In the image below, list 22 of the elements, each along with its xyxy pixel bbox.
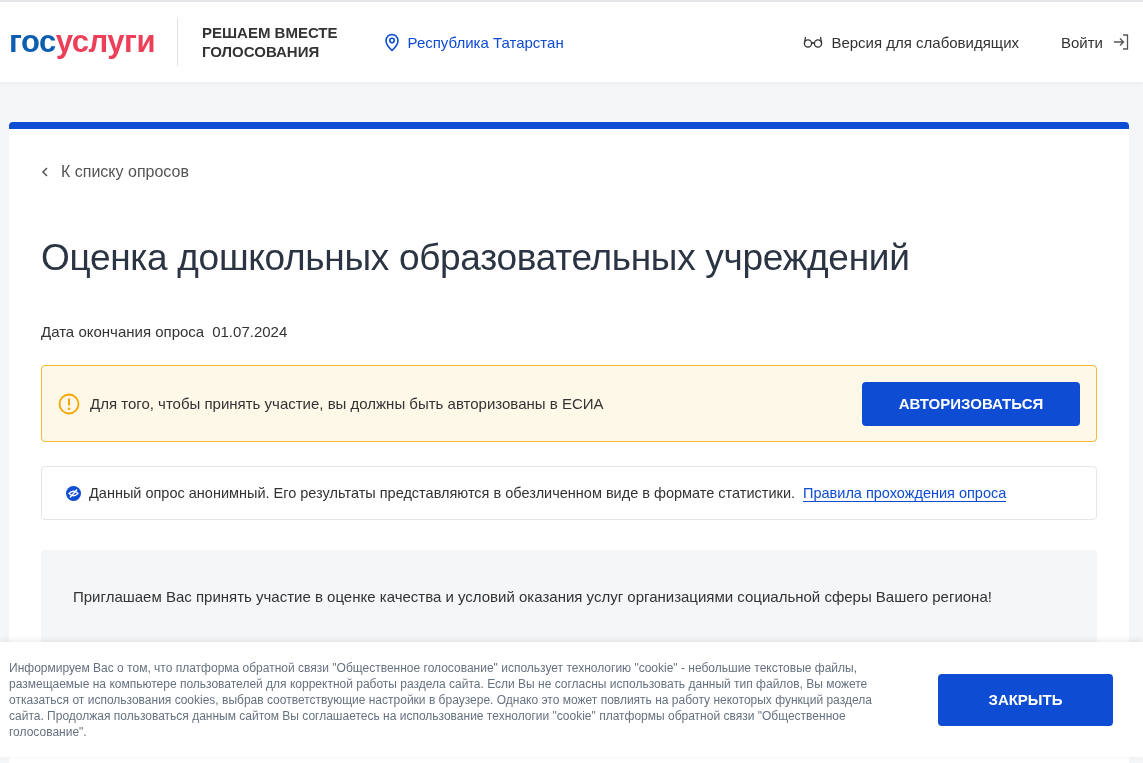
glasses-icon bbox=[803, 36, 824, 48]
close-button[interactable]: ЗАКРЫТЬ bbox=[938, 673, 1113, 726]
exclamation-icon bbox=[58, 392, 80, 415]
logo[interactable]: госуслуги bbox=[9, 18, 178, 66]
hidden-eye-icon bbox=[66, 485, 81, 501]
end-date-value: 01.07.2024 bbox=[212, 323, 288, 340]
cookie-text: Информируем Вас о том, что платформа обратной связи "Общественное голосование" использует технологию "cookie" - небольшие текстовые файлы, размещаемые на компьютере пользователей для корректной работы раздела сайта. Если Вы не согласны использовать данный тип файлов, Вы можете отказаться от использования cookies, выбрав соответствующие настройки в браузере. Однако это может повлиять на работу некоторых функций раздела сайта. Продолжая пользоваться данным сайтом Вы соглашаетесь на использование технологии "cookie" платформы обратной связи "Общественное голосование". bbox=[9, 659, 873, 740]
anonymous-notice-text: Данный опрос анонимный. Его результаты представляются в обезличенном виде в формате статистики. bbox=[89, 485, 796, 501]
end-date-label: Дата окончания опроса bbox=[41, 323, 205, 340]
back-link[interactable]: К списку опросов bbox=[41, 163, 1097, 181]
rules-link[interactable]: Правила прохождения опроса bbox=[803, 484, 1007, 502]
login-link[interactable]: Войти bbox=[1061, 33, 1129, 51]
chevron-left-icon bbox=[41, 167, 49, 177]
location-pin-icon bbox=[383, 32, 400, 52]
login-icon bbox=[1113, 34, 1129, 50]
region-link[interactable]: Республика Татарстан bbox=[383, 32, 564, 52]
page-title: Оценка дошкольных образовательных учреждений bbox=[41, 237, 911, 279]
accessibility-link[interactable]: Версия для слабовидящих bbox=[803, 33, 1019, 51]
project-title: РЕШАЕМ ВМЕСТЕ ГОЛОСОВАНИЯ bbox=[202, 23, 338, 61]
authorize-button[interactable]: АВТОРИЗОВАТЬСЯ bbox=[862, 381, 1080, 426]
intro-text: Приглашаем Вас принять участие в оценке качества и условий оказания услуг организациями социальной сферы Вашего региона! bbox=[73, 588, 993, 605]
auth-warning-text: Для того, чтобы принять участие, вы должны быть авторизованы в ЕСИА bbox=[90, 395, 605, 412]
